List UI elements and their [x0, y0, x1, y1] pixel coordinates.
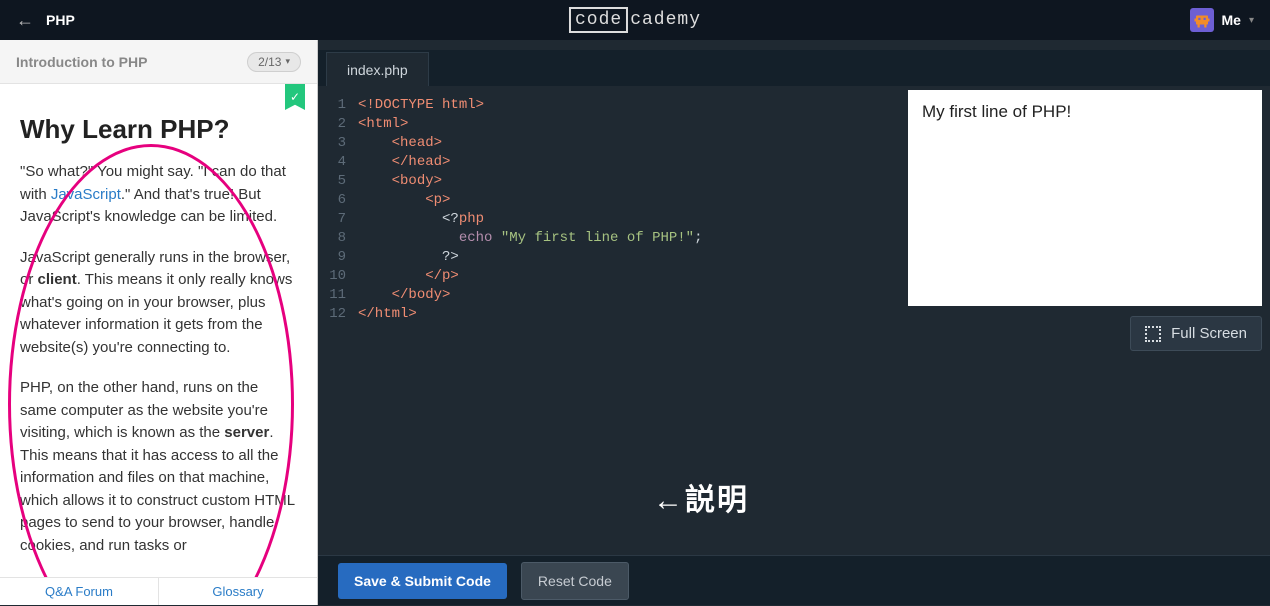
lesson-sidebar: Introduction to PHP 2/13 ▾ ✓ Why Learn P… [0, 40, 318, 605]
logo[interactable]: codecademy [569, 7, 701, 33]
user-menu[interactable]: Me ▾ [1190, 8, 1254, 32]
chevron-down-icon: ▾ [1249, 15, 1254, 26]
course-name: PHP [46, 12, 75, 28]
lesson-paragraph: PHP, on the other hand, runs on the same… [20, 377, 297, 557]
logo-left: code [569, 7, 628, 33]
fullscreen-button[interactable]: Full Screen [1130, 316, 1262, 351]
fullscreen-icon [1145, 326, 1161, 342]
line-number: 6 [318, 191, 358, 210]
javascript-link[interactable]: JavaScript [51, 186, 121, 203]
robot-icon [1193, 11, 1211, 29]
line-number: 2 [318, 115, 358, 134]
qa-forum-link[interactable]: Q&A Forum [0, 578, 159, 605]
reset-code-button[interactable]: Reset Code [521, 562, 629, 600]
line-number: 8 [318, 229, 358, 248]
bookmark-icon: ✓ [285, 84, 305, 110]
action-bar: Save & Submit Code Reset Code [318, 555, 1270, 605]
line-number: 5 [318, 172, 358, 191]
sidebar-footer: Q&A Forum Glossary [0, 577, 317, 605]
output-panel: My first line of PHP! Full Screen [908, 90, 1262, 351]
sidebar-header: Introduction to PHP 2/13 ▾ [0, 40, 317, 84]
top-bar: ← PHP codecademy Me ▾ [0, 0, 1270, 40]
line-number: 4 [318, 153, 358, 172]
chevron-down-icon: ▾ [285, 56, 290, 67]
lesson-content: ✓ Why Learn PHP? "So what?" You might sa… [0, 84, 317, 577]
editor-area: index.php 1<!DOCTYPE html> 2<html> 3 <he… [318, 40, 1270, 605]
line-number: 9 [318, 248, 358, 267]
line-number: 11 [318, 286, 358, 305]
annotation-label: ←説明 [653, 475, 749, 519]
main-area: Introduction to PHP 2/13 ▾ ✓ Why Learn P… [0, 40, 1270, 605]
output-text: My first line of PHP! [922, 102, 1071, 121]
line-number: 1 [318, 96, 358, 115]
file-tab[interactable]: index.php [326, 52, 429, 86]
back-arrow-icon[interactable]: ← [16, 10, 34, 31]
lesson-heading: Why Learn PHP? [20, 114, 297, 145]
step-label: 2/13 [258, 55, 281, 69]
glossary-link[interactable]: Glossary [159, 578, 317, 605]
lesson-paragraph: "So what?" You might say. "I can do that… [20, 161, 297, 229]
line-number: 12 [318, 305, 358, 324]
lesson-paragraph: JavaScript generally runs in the browser… [20, 247, 297, 360]
fullscreen-label: Full Screen [1171, 325, 1247, 342]
line-number: 10 [318, 267, 358, 286]
save-submit-button[interactable]: Save & Submit Code [338, 563, 507, 599]
logo-right: cademy [630, 10, 701, 30]
avatar [1190, 8, 1214, 32]
user-label: Me [1222, 12, 1241, 28]
output-view: My first line of PHP! [908, 90, 1262, 306]
tab-row: index.php [318, 50, 1270, 86]
line-number: 7 [318, 210, 358, 229]
lesson-title: Introduction to PHP [16, 54, 247, 70]
line-number: 3 [318, 134, 358, 153]
step-selector[interactable]: 2/13 ▾ [247, 52, 301, 72]
